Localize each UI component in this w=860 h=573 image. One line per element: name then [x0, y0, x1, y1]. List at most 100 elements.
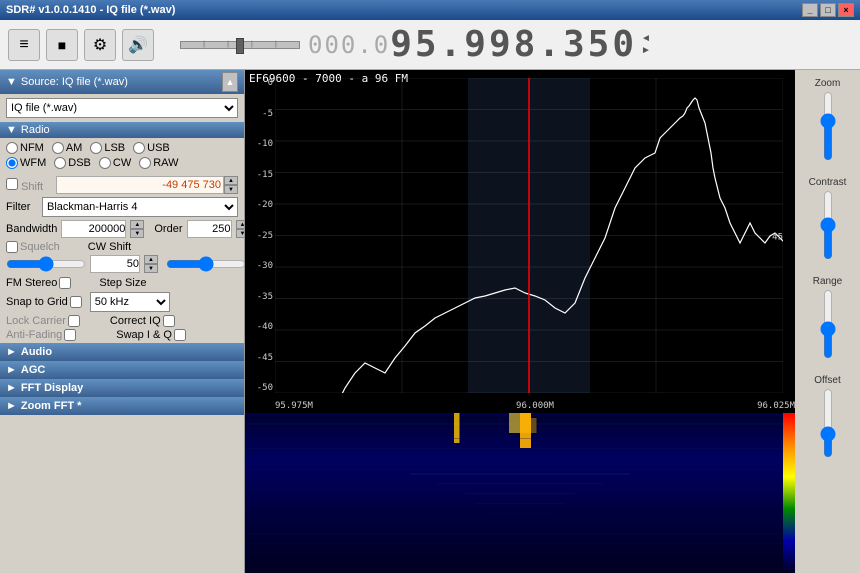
lock-carrier-checkbox[interactable] [68, 315, 80, 327]
raw-label: RAW [153, 157, 178, 169]
audio-collapse-arrow: ► [6, 346, 17, 358]
waterfall-area[interactable] [245, 413, 795, 573]
source-triangle: ▼ [6, 76, 17, 88]
zoom-slider[interactable] [818, 91, 838, 161]
audio-button[interactable]: 🔊 [122, 29, 154, 61]
step-size-text: Step Size [99, 277, 146, 289]
correct-iq-label[interactable]: Correct IQ [110, 315, 175, 327]
usb-radio[interactable] [133, 142, 145, 154]
squelch-label[interactable]: Squelch [6, 241, 60, 253]
wfm-radio[interactable] [6, 157, 18, 169]
shift-label: Shift [6, 178, 56, 193]
swap-iq-label[interactable]: Swap I & Q [116, 329, 186, 341]
squelch-slider-row: ▲ ▼ ▲ ▼ [0, 255, 244, 273]
shift-up-btn[interactable]: ▲ [224, 176, 238, 185]
bw-row: Bandwidth ▲ ▼ Order ▲ ▼ [0, 220, 244, 238]
y-label-5: -5 [245, 109, 275, 119]
offset-label: Offset [814, 375, 841, 386]
anti-fading-checkbox[interactable] [64, 329, 76, 341]
maximize-button[interactable]: □ [820, 3, 836, 17]
freq-main: 95.998.350 [390, 24, 637, 65]
zoom-label: Zoom [815, 78, 841, 89]
shift-input[interactable] [56, 176, 224, 194]
menu-button[interactable]: ≡ [8, 29, 40, 61]
stop-icon: ■ [58, 37, 66, 53]
lsb-radio[interactable] [90, 142, 102, 154]
spectrum-svg: 45 [275, 78, 783, 393]
fm-stereo-checkbox[interactable] [59, 277, 71, 289]
cw-radio-label[interactable]: CW [99, 157, 131, 169]
offset-slider[interactable] [818, 388, 838, 458]
shift-checkbox[interactable] [6, 178, 18, 190]
squelch-checkbox[interactable] [6, 241, 18, 253]
step-size-label[interactable]: Step Size [99, 277, 146, 289]
y-label-45: -45 [245, 353, 275, 363]
raw-radio[interactable] [139, 157, 151, 169]
anti-fading-label[interactable]: Anti-Fading [6, 329, 76, 341]
agc-section-label: AGC [21, 364, 45, 376]
tuner-slider[interactable]: | | | | [180, 41, 300, 49]
cw-shift-slider[interactable] [166, 257, 245, 271]
shift-down-btn[interactable]: ▼ [224, 185, 238, 194]
bw-input[interactable] [61, 220, 126, 238]
y-axis: 0 -5 -10 -15 -20 -25 -30 -35 -40 -45 -50 [245, 70, 275, 393]
contrast-slider[interactable] [818, 190, 838, 260]
wfm-radio-label[interactable]: WFM [6, 157, 46, 169]
fft-section-header[interactable]: ► FFT Display [0, 379, 244, 397]
squelch-slider[interactable] [6, 257, 86, 271]
usb-radio-label[interactable]: USB [133, 142, 170, 154]
snap-select[interactable]: 50 kHz [90, 292, 170, 312]
settings-button[interactable]: ⚙ [84, 29, 116, 61]
range-slider[interactable] [818, 289, 838, 359]
filter-label: Filter [6, 201, 38, 213]
source-select[interactable]: IQ file (*.wav) [6, 98, 238, 118]
lock-carrier-label[interactable]: Lock Carrier [6, 315, 80, 327]
nfm-radio-label[interactable]: NFM [6, 142, 44, 154]
zoom-fft-section-header[interactable]: ► Zoom FFT * [0, 397, 244, 415]
close-button[interactable]: × [838, 3, 854, 17]
bw-up-btn[interactable]: ▲ [130, 220, 144, 229]
lsb-radio-label[interactable]: LSB [90, 142, 125, 154]
audio-section-header[interactable]: ► Audio [0, 343, 244, 361]
contrast-label: Contrast [809, 177, 847, 188]
am-radio-label[interactable]: AM [52, 142, 83, 154]
bw-down-btn[interactable]: ▼ [130, 229, 144, 238]
cw-radio[interactable] [99, 157, 111, 169]
source-scroll-btn[interactable]: ▲ [222, 72, 238, 92]
y-label-50: -50 [245, 383, 275, 393]
order-up-btn[interactable]: ▲ [236, 220, 246, 229]
x-label-center: 96.000M [516, 401, 554, 411]
waterfall-svg [245, 413, 795, 573]
spectrum-area[interactable]: EF69600 - 7000 - a 96 FM 0 -5 -10 -15 -2… [245, 70, 795, 413]
dsb-radio-label[interactable]: DSB [54, 157, 91, 169]
freq-down-arrow[interactable]: ► [641, 45, 651, 57]
am-radio[interactable] [52, 142, 64, 154]
audio-section-label: Audio [21, 346, 52, 358]
order-down-btn[interactable]: ▼ [236, 229, 246, 238]
source-header[interactable]: ▼ Source: IQ file (*.wav) ▲ [0, 70, 244, 94]
app-title: SDR# v1.0.0.1410 - IQ file (*.wav) [6, 4, 175, 16]
fm-stereo-label[interactable]: FM Stereo [6, 277, 71, 289]
squelch-up-btn[interactable]: ▲ [144, 255, 158, 264]
range-label: Range [813, 276, 842, 287]
order-label: Order [154, 223, 182, 235]
squelch-down-btn[interactable]: ▼ [144, 264, 158, 273]
nfm-radio[interactable] [6, 142, 18, 154]
toolbar: ≡ ■ ⚙ 🔊 | | | | 000.0 95.998.350 ◄ ► [0, 20, 860, 70]
stop-button[interactable]: ■ [46, 29, 78, 61]
snap-label[interactable]: Snap to Grid [6, 296, 82, 308]
order-input[interactable] [187, 220, 232, 238]
correct-iq-checkbox[interactable] [163, 315, 175, 327]
filter-select[interactable]: Blackman-Harris 4 [42, 197, 238, 217]
swap-iq-checkbox[interactable] [174, 329, 186, 341]
radio-header[interactable]: ▼ Radio [0, 122, 244, 138]
snap-checkbox[interactable] [70, 296, 82, 308]
agc-section-header[interactable]: ► AGC [0, 361, 244, 379]
raw-radio-label[interactable]: RAW [139, 157, 178, 169]
dsb-radio[interactable] [54, 157, 66, 169]
squelch-value[interactable] [90, 255, 140, 273]
shift-spin: ▲ ▼ [224, 176, 238, 194]
fm-stereo-row: FM Stereo Step Size [0, 277, 244, 289]
minimize-button[interactable]: _ [802, 3, 818, 17]
freq-up-arrow[interactable]: ◄ [641, 33, 651, 45]
